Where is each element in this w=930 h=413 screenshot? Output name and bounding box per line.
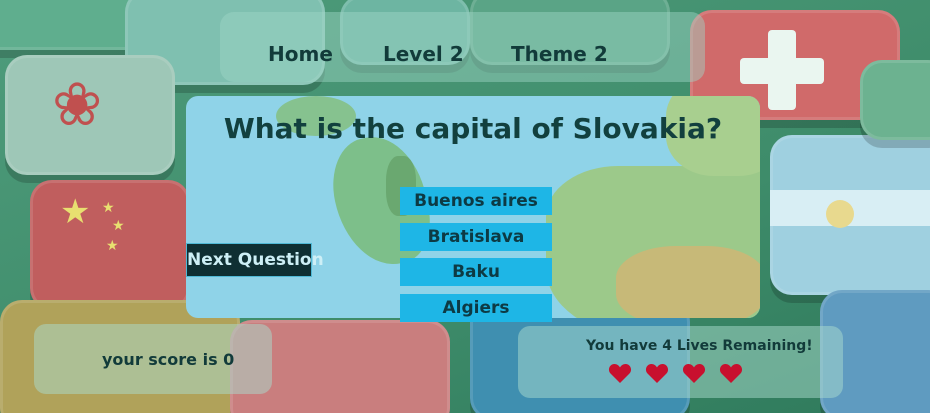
heart-icon: [682, 362, 706, 386]
answer-button-4[interactable]: Algiers: [400, 294, 552, 322]
hearts-row: [608, 362, 756, 388]
question-text: What is the capital of Slovakia?: [223, 112, 723, 145]
nav-home-link[interactable]: Home: [268, 42, 333, 66]
heart-icon: [645, 362, 669, 386]
star-icon: ★: [106, 238, 119, 254]
swiss-cross-icon: [740, 58, 824, 84]
lives-text: You have 4 Lives Remaining!: [586, 338, 813, 354]
score-panel: your score is 0: [34, 324, 272, 394]
flag-key: [860, 60, 930, 140]
maple-leaf-icon: ❀: [52, 70, 103, 140]
heart-icon: [719, 362, 743, 386]
score-text: your score is 0: [102, 350, 235, 369]
answer-button-1[interactable]: Buenos aires: [400, 187, 552, 215]
lives-panel: You have 4 Lives Remaining!: [518, 326, 843, 398]
heart-icon: [608, 362, 632, 386]
next-question-button[interactable]: Next Question: [186, 243, 324, 277]
nav-theme-link[interactable]: Theme 2: [511, 42, 608, 66]
top-nav: Home Level 2 Theme 2: [220, 12, 705, 82]
answer-button-3[interactable]: Baku: [400, 258, 552, 286]
star-icon: ★: [60, 192, 91, 232]
answer-button-2[interactable]: Bratislava: [400, 223, 552, 251]
star-icon: ★: [112, 218, 125, 234]
nav-level-link[interactable]: Level 2: [383, 42, 464, 66]
map-land: [616, 246, 760, 318]
star-icon: ★: [102, 200, 115, 216]
sun-icon: [826, 200, 854, 228]
